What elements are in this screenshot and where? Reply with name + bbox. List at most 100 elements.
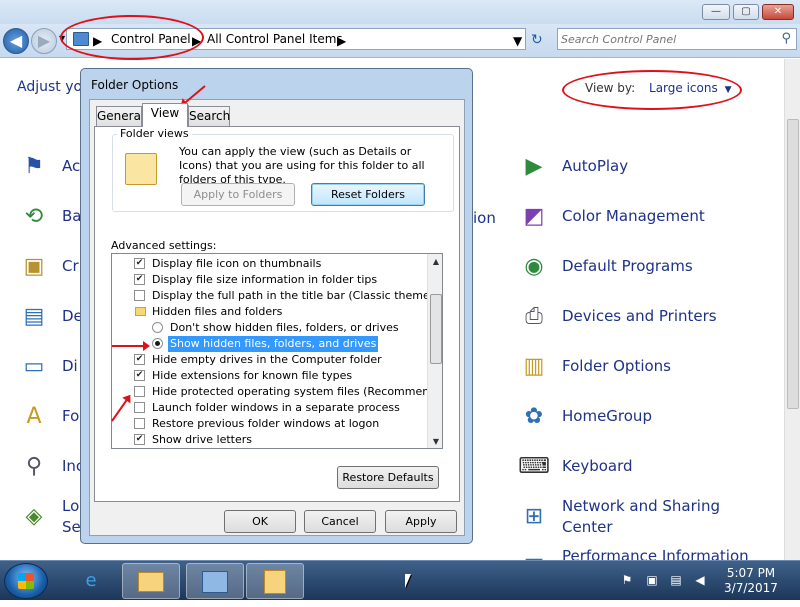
checked-checkbox[interactable]: ✔ (134, 434, 145, 445)
search-input[interactable] (561, 31, 771, 47)
clock[interactable]: 5:07 PM 3/7/2017 (716, 566, 786, 596)
advanced-setting-row[interactable]: Display the full path in the title bar (… (112, 288, 442, 304)
internet-explorer-taskbar-button[interactable]: e (62, 563, 120, 599)
clock-time: 5:07 PM (726, 566, 776, 580)
unchecked-checkbox[interactable] (134, 290, 145, 301)
scrollbar-thumb[interactable] (787, 119, 799, 409)
close-button[interactable]: ✕ (762, 4, 794, 20)
tab-general[interactable]: General (96, 106, 144, 126)
advanced-setting-row[interactable]: Hidden files and folders (112, 304, 426, 320)
tab-search[interactable]: Search (188, 106, 230, 126)
advanced-setting-label: Display file icon on thumbnails (152, 257, 322, 270)
checked-checkbox[interactable]: ✔ (134, 370, 145, 381)
unchecked-checkbox[interactable] (134, 386, 145, 397)
breadcrumb-chevron-icon[interactable]: ▶ (337, 34, 346, 48)
cp-item-label: Di (62, 357, 78, 375)
cp-item[interactable]: ▥ Folder Options (518, 351, 748, 391)
apply-button[interactable]: Apply (385, 510, 457, 533)
minimize-button[interactable]: — (702, 4, 730, 20)
reset-folders-button[interactable]: Reset Folders (311, 183, 425, 206)
search-box[interactable]: ⚲ (557, 28, 797, 50)
annotation-arrow-show-hidden (112, 341, 150, 351)
cp-item-label: Cr (62, 257, 79, 275)
cp-item[interactable]: ⌨ Keyboard (518, 451, 748, 491)
address-dropdown-icon[interactable]: ▼ (513, 34, 522, 48)
advanced-setting-label: Launch folder windows in a separate proc… (152, 401, 400, 414)
unselected-radio[interactable] (152, 322, 163, 333)
cp-item-label: Folder Options (562, 357, 671, 375)
taskbar: e ⚑ ▣ ▤ ◀ 5:07 PM 3/7/2017 (0, 560, 800, 600)
advanced-setting-row[interactable]: ✔ Hide extensions for known file types (112, 368, 426, 384)
fonts-icon: A (26, 404, 42, 429)
advanced-setting-row[interactable]: Show hidden files, folders, and drives (112, 336, 426, 352)
back-button[interactable]: ◀ (3, 28, 29, 54)
action-center-flag-icon[interactable]: ⚑ (620, 573, 634, 587)
unchecked-checkbox[interactable] (134, 402, 145, 413)
cp-item[interactable]: ◩ Color Management (518, 201, 748, 241)
apply-to-folders-button[interactable]: Apply to Folders (181, 183, 295, 206)
advanced-setting-row[interactable]: ✔ Display file size information in folder… (112, 272, 426, 288)
unchecked-checkbox[interactable] (134, 418, 145, 429)
forward-button[interactable]: ▶ (31, 28, 57, 54)
mouse-cursor (405, 574, 411, 588)
windows-explorer-taskbar-button[interactable] (122, 563, 180, 599)
cp-item[interactable]: ✿ HomeGroup (518, 401, 748, 441)
advanced-setting-row[interactable]: Launch folder windows in a separate proc… (112, 400, 426, 416)
devices-printers-icon: ⎙ (525, 304, 543, 329)
selected-radio[interactable] (152, 338, 163, 349)
autoplay-icon: ▶ (525, 154, 543, 179)
advanced-setting-row[interactable]: ✔ Display file icon on thumbnails (112, 256, 426, 272)
cp-item-label: Devices and Printers (562, 307, 717, 325)
restore-defaults-button[interactable]: Restore Defaults (337, 466, 439, 489)
control-panel-taskbar-button[interactable] (186, 563, 244, 599)
scroll-up-icon[interactable]: ▲ (428, 254, 442, 270)
cp-item-label: Fo (62, 407, 80, 425)
action-center-flag-icon: ⚑ (24, 154, 44, 179)
start-button[interactable] (4, 563, 48, 599)
checked-checkbox[interactable]: ✔ (134, 354, 145, 365)
desktop-gadgets-icon: ▤ (23, 304, 45, 329)
folder-views-group: Folder views You can apply the view (suc… (112, 127, 454, 212)
cp-item[interactable]: ⎙ Devices and Printers (518, 301, 748, 341)
tab-view[interactable]: View (142, 103, 188, 127)
checked-checkbox[interactable]: ✔ (134, 274, 145, 285)
maximize-button[interactable]: ▢ (733, 4, 759, 20)
removable-device-icon[interactable]: ▣ (645, 573, 659, 587)
cp-item-label: AutoPlay (562, 157, 629, 175)
ok-button[interactable]: OK (224, 510, 296, 533)
advanced-settings-label: Advanced settings: (111, 239, 217, 252)
scrollbar-thumb[interactable] (430, 294, 442, 364)
checked-checkbox[interactable]: ✔ (134, 258, 145, 269)
folder-options-taskbar-button[interactable] (246, 563, 304, 599)
network-icon[interactable]: ▤ (669, 573, 683, 587)
cp-item-label: Default Programs (562, 257, 693, 275)
dialog-title: Folder Options (91, 78, 179, 92)
hidden-item-fragment: ion (473, 209, 496, 227)
advanced-setting-row[interactable]: ✔ Show drive letters (112, 432, 426, 448)
cp-item[interactable]: ⊞ Network and Sharing Center (518, 497, 748, 541)
advanced-setting-label: Show hidden files, folders, and drives (168, 336, 379, 352)
volume-icon[interactable]: ◀ (693, 573, 707, 587)
advanced-setting-row[interactable]: Restore previous folder windows at logon (112, 416, 426, 432)
cp-item[interactable]: ▶ AutoPlay (518, 151, 748, 191)
folder-views-description: You can apply the view (such as Details … (179, 145, 425, 186)
advanced-setting-label: Show drive letters (152, 433, 252, 446)
breadcrumb-all-items[interactable]: All Control Panel Items (207, 32, 343, 46)
advanced-setting-row[interactable]: Don't show hidden files, folders, or dri… (112, 320, 426, 336)
refresh-icon[interactable]: ↻ (531, 32, 543, 48)
cp-item[interactable]: ◉ Default Programs (518, 251, 748, 291)
search-icon[interactable]: ⚲ (781, 31, 791, 46)
scroll-down-icon[interactable]: ▼ (428, 434, 442, 448)
annotation-circle-breadcrumb (60, 15, 204, 60)
keyboard-icon: ⌨ (518, 454, 550, 479)
advanced-setting-row[interactable]: Hide protected operating system files (R… (112, 384, 442, 400)
advanced-list-scrollbar[interactable]: ▲ ▼ (427, 254, 442, 448)
folder-views-legend: Folder views (117, 127, 192, 140)
windows-logo-icon (18, 573, 34, 589)
cancel-button[interactable]: Cancel (304, 510, 376, 533)
advanced-setting-label: Restore previous folder windows at logon (152, 417, 380, 430)
advanced-setting-label: Don't show hidden files, folders, or dri… (170, 321, 399, 334)
content-scrollbar[interactable] (784, 59, 800, 560)
advanced-setting-row[interactable]: ✔ Hide empty drives in the Computer folde… (112, 352, 426, 368)
folder-icon (138, 572, 164, 592)
